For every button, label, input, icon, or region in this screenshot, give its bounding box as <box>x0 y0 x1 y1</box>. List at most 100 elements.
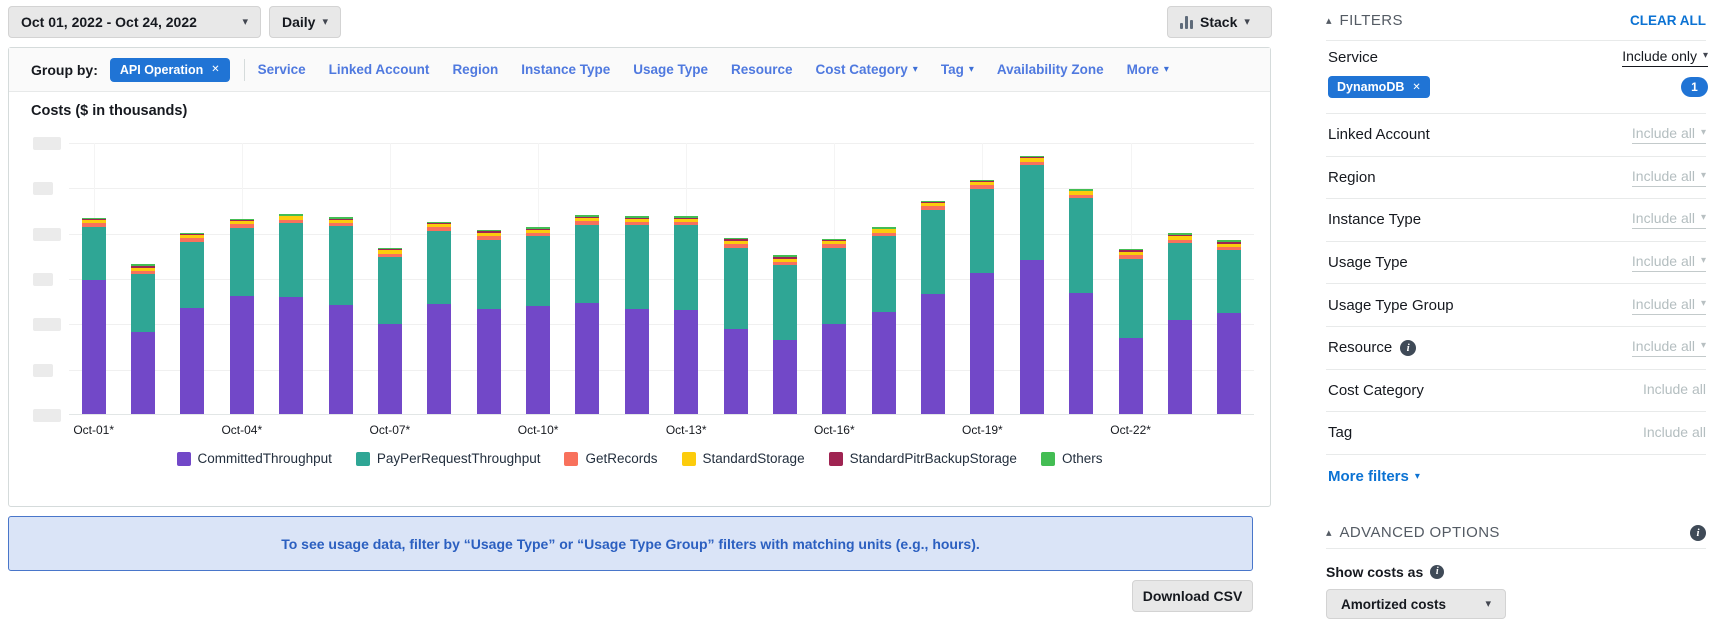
group-by-link-availability-zone[interactable]: Availability Zone <box>997 62 1104 77</box>
segment-committedthroughput[interactable] <box>180 308 204 414</box>
bar-oct-16[interactable] <box>822 239 846 414</box>
chart-style-button[interactable]: Stack ▾ <box>1167 6 1272 38</box>
segment-payperrequestthroughput[interactable] <box>279 223 303 296</box>
segment-payperrequestthroughput[interactable] <box>1217 250 1241 313</box>
group-by-link-service[interactable]: Service <box>258 62 306 77</box>
bar-oct-17[interactable] <box>872 227 896 414</box>
group-by-link-tag[interactable]: Tag▾ <box>941 62 974 77</box>
resource-include-dropdown[interactable]: Include all▾ <box>1632 338 1706 357</box>
bar-oct-18[interactable] <box>921 201 945 414</box>
group-by-link-resource[interactable]: Resource <box>731 62 793 77</box>
segment-payperrequestthroughput[interactable] <box>970 189 994 273</box>
bar-oct-14[interactable] <box>724 238 748 414</box>
bar-oct-10[interactable] <box>526 227 550 414</box>
segment-payperrequestthroughput[interactable] <box>477 240 501 309</box>
segment-payperrequestthroughput[interactable] <box>180 242 204 309</box>
segment-committedthroughput[interactable] <box>1217 313 1241 414</box>
segment-payperrequestthroughput[interactable] <box>575 225 599 303</box>
bar-oct-23[interactable] <box>1168 233 1192 414</box>
segment-payperrequestthroughput[interactable] <box>773 265 797 339</box>
chevron-up-icon[interactable]: ▴ <box>1326 14 1332 27</box>
segment-committedthroughput[interactable] <box>427 304 451 414</box>
linked-account-include-dropdown[interactable]: Include all▾ <box>1632 125 1706 144</box>
usage-type-include-dropdown[interactable]: Include all▾ <box>1632 253 1706 272</box>
bar-oct-24[interactable] <box>1217 240 1241 414</box>
segment-payperrequestthroughput[interactable] <box>427 231 451 304</box>
bar-oct-21[interactable] <box>1069 189 1093 414</box>
usage-type-group-include-dropdown[interactable]: Include all▾ <box>1632 296 1706 315</box>
info-icon[interactable]: i <box>1400 340 1416 356</box>
segment-committedthroughput[interactable] <box>1069 293 1093 414</box>
legend-item-others[interactable]: Others <box>1041 451 1103 466</box>
bar-oct-06[interactable] <box>329 217 353 414</box>
bar-oct-04[interactable] <box>230 219 254 414</box>
segment-committedthroughput[interactable] <box>872 312 896 415</box>
show-costs-as-dropdown[interactable]: Amortized costs ▾ <box>1326 589 1506 619</box>
segment-committedthroughput[interactable] <box>526 306 550 414</box>
chevron-up-icon[interactable]: ▴ <box>1326 526 1332 539</box>
legend-item-standardstorage[interactable]: StandardStorage <box>682 451 805 466</box>
segment-payperrequestthroughput[interactable] <box>526 236 550 305</box>
info-icon[interactable]: i <box>1430 565 1444 579</box>
bar-oct-19[interactable] <box>970 180 994 414</box>
segment-committedthroughput[interactable] <box>378 324 402 414</box>
legend-item-getrecords[interactable]: GetRecords <box>564 451 657 466</box>
legend-item-payperrequestthroughput[interactable]: PayPerRequestThroughput <box>356 451 541 466</box>
segment-payperrequestthroughput[interactable] <box>329 226 353 305</box>
group-by-link-more[interactable]: More▾ <box>1127 62 1169 77</box>
segment-committedthroughput[interactable] <box>1020 260 1044 414</box>
segment-payperrequestthroughput[interactable] <box>674 225 698 310</box>
segment-committedthroughput[interactable] <box>1168 320 1192 414</box>
segment-payperrequestthroughput[interactable] <box>1168 243 1192 320</box>
segment-committedthroughput[interactable] <box>477 309 501 414</box>
bar-oct-09[interactable] <box>477 230 501 414</box>
group-by-link-cost-category[interactable]: Cost Category▾ <box>816 62 918 77</box>
segment-payperrequestthroughput[interactable] <box>1069 198 1093 293</box>
segment-payperrequestthroughput[interactable] <box>822 248 846 324</box>
bar-oct-11[interactable] <box>575 215 599 414</box>
segment-payperrequestthroughput[interactable] <box>1119 259 1143 338</box>
segment-committedthroughput[interactable] <box>674 310 698 414</box>
group-by-link-linked-account[interactable]: Linked Account <box>329 62 430 77</box>
group-by-link-usage-type[interactable]: Usage Type <box>633 62 708 77</box>
info-icon[interactable]: i <box>1690 525 1706 541</box>
segment-committedthroughput[interactable] <box>822 324 846 414</box>
close-icon[interactable]: ✕ <box>1412 82 1420 93</box>
bar-oct-02[interactable] <box>131 264 155 414</box>
segment-committedthroughput[interactable] <box>329 305 353 414</box>
segment-payperrequestthroughput[interactable] <box>872 236 896 311</box>
bar-oct-15[interactable] <box>773 255 797 414</box>
segment-payperrequestthroughput[interactable] <box>921 210 945 294</box>
group-by-chip-api-operation[interactable]: API Operation ✕ <box>110 58 230 82</box>
legend-item-committedthroughput[interactable]: CommittedThroughput <box>177 451 332 466</box>
tag-include-dropdown[interactable]: Include all <box>1643 424 1706 442</box>
segment-payperrequestthroughput[interactable] <box>724 248 748 329</box>
region-include-dropdown[interactable]: Include all▾ <box>1632 168 1706 187</box>
segment-committedthroughput[interactable] <box>575 303 599 415</box>
service-chip-dynamodb[interactable]: DynamoDB ✕ <box>1328 76 1430 98</box>
segment-payperrequestthroughput[interactable] <box>230 228 254 297</box>
segment-committedthroughput[interactable] <box>970 273 994 414</box>
segment-payperrequestthroughput[interactable] <box>625 225 649 308</box>
segment-committedthroughput[interactable] <box>131 332 155 414</box>
segment-payperrequestthroughput[interactable] <box>131 274 155 332</box>
download-csv-button[interactable]: Download CSV <box>1132 580 1253 612</box>
bar-oct-03[interactable] <box>180 233 204 414</box>
segment-committedthroughput[interactable] <box>1119 338 1143 414</box>
group-by-link-instance-type[interactable]: Instance Type <box>521 62 610 77</box>
bar-oct-12[interactable] <box>625 216 649 414</box>
cost-category-include-dropdown[interactable]: Include all <box>1643 381 1706 399</box>
granularity-button[interactable]: Daily ▾ <box>269 6 341 38</box>
clear-all-button[interactable]: CLEAR ALL <box>1630 13 1706 28</box>
bar-oct-01[interactable] <box>82 218 106 414</box>
bar-oct-08[interactable] <box>427 222 451 414</box>
segment-committedthroughput[interactable] <box>625 309 649 414</box>
segment-committedthroughput[interactable] <box>724 329 748 414</box>
segment-committedthroughput[interactable] <box>279 297 303 414</box>
segment-payperrequestthroughput[interactable] <box>378 257 402 324</box>
instance-type-include-dropdown[interactable]: Include all▾ <box>1632 210 1706 229</box>
segment-committedthroughput[interactable] <box>921 294 945 414</box>
bar-oct-20[interactable] <box>1020 156 1044 414</box>
legend-item-standardpitrbackupstorage[interactable]: StandardPitrBackupStorage <box>829 451 1017 466</box>
segment-committedthroughput[interactable] <box>773 340 797 414</box>
